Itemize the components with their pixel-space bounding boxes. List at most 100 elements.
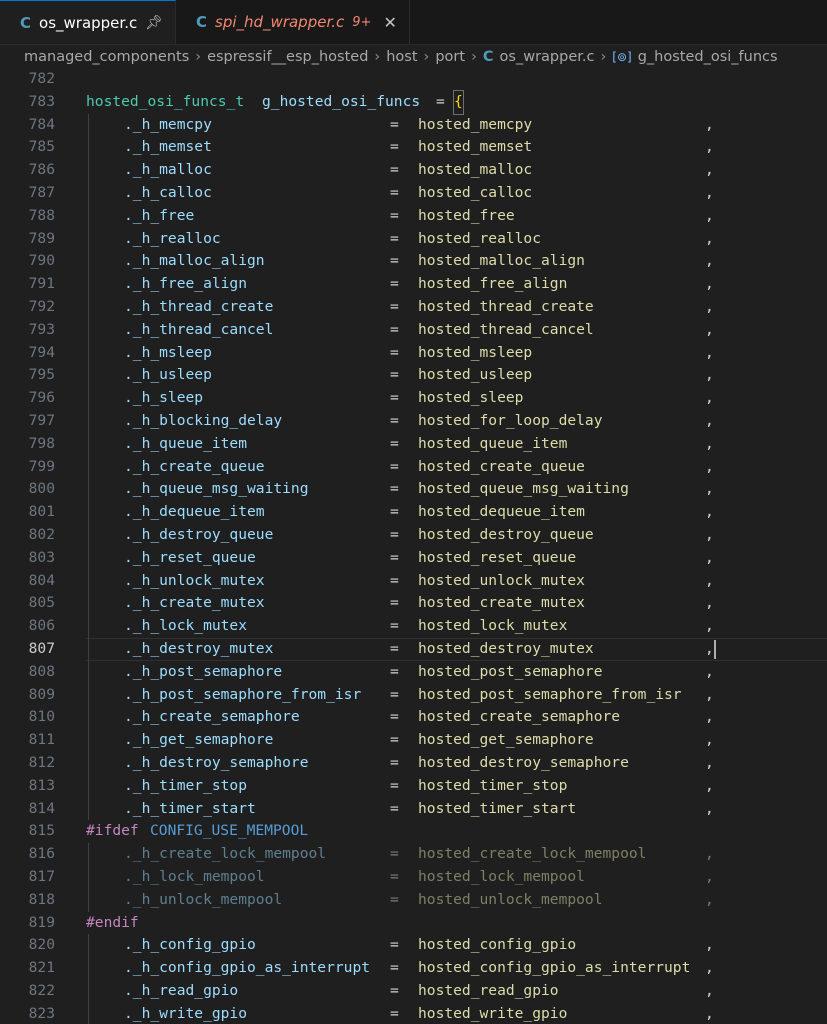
comma: , — [705, 184, 714, 201]
breadcrumb-item[interactable]: managed_components — [24, 49, 189, 65]
breadcrumb-item[interactable]: port — [435, 49, 465, 65]
assign-operator: = — [390, 206, 399, 224]
comma: , — [705, 708, 714, 726]
code-line[interactable]: 782 — [0, 68, 827, 91]
indent-guide — [88, 182, 89, 205]
breadcrumb-item[interactable]: host — [386, 49, 417, 65]
function-name: hosted_config_gpio — [418, 936, 577, 954]
code-line[interactable]: 806 ._h_lock_mutex = hosted_lock_mutex, — [0, 615, 827, 638]
code-line[interactable]: 805 ._h_create_mutex = hosted_create_mutex, — [0, 592, 827, 616]
struct-field: ._h_thread_create — [124, 298, 274, 315]
function-name: hosted_create_lock_mempool — [418, 845, 647, 863]
assign-operator: = — [390, 503, 399, 521]
assign-operator: = — [390, 320, 399, 338]
code-line[interactable]: 790 ._h_malloc_align = hosted_malloc_align, — [0, 250, 827, 274]
code-line[interactable]: 823 ._h_write_gpio = hosted_write_gpio, — [0, 1002, 827, 1024]
comma: , — [705, 457, 714, 475]
code-line[interactable]: 804 ._h_unlock_mutex = hosted_unlock_mutex, — [0, 569, 827, 593]
indent-guide — [88, 569, 89, 593]
assign-operator: = — [390, 412, 399, 429]
code-line[interactable]: 800 ._h_queue_msg_waiting = hosted_queue_ms… — [0, 478, 827, 502]
indent-guide — [88, 136, 89, 160]
code-line[interactable]: 785 ._h_memset = hosted_memset, — [0, 136, 827, 160]
code-line[interactable]: 797 ._h_blocking_delay = hosted_for_loop_de… — [0, 410, 827, 433]
code-line[interactable]: 793 ._h_thread_cancel = hosted_thread_cance… — [0, 318, 827, 342]
code-line[interactable]: 786 ._h_malloc = hosted_malloc, — [0, 159, 827, 182]
code-line[interactable]: 814 ._h_timer_start = hosted_timer_start, — [0, 797, 827, 821]
assign-operator: = — [390, 366, 399, 384]
code-line[interactable]: 796 ._h_sleep = hosted_sleep, — [0, 387, 827, 410]
code-line[interactable]: 794 ._h_msleep = hosted_msleep, — [0, 341, 827, 365]
struct-field: ._h_config_gpio_as_interrupt — [124, 959, 371, 977]
assign-operator: = — [390, 776, 399, 794]
code-line[interactable]: 811 ._h_get_semaphore = hosted_get_semaphor… — [0, 729, 827, 752]
struct-field: ._h_queue_item — [124, 434, 248, 452]
code-line[interactable]: 812 ._h_destroy_semaphore = hosted_destroy_… — [0, 752, 827, 775]
assign-operator: = — [390, 548, 399, 566]
comma: , — [705, 982, 714, 999]
code-line[interactable]: 803 ._h_reset_queue = hosted_reset_queue, — [0, 546, 827, 570]
code-editor[interactable]: 782 783 hosted_osi_funcs_t g_hosted_osi_fun… — [0, 68, 827, 1024]
indent-guide — [88, 934, 89, 958]
indent-guide — [88, 683, 89, 707]
code-line[interactable]: 807 ._h_destroy_mutex = hosted_destroy_mute… — [0, 638, 827, 661]
assign-operator: = — [390, 229, 399, 247]
pin-icon[interactable]: 📌︎ — [145, 15, 163, 31]
code-line[interactable]: 787 ._h_calloc = hosted_calloc, — [0, 182, 827, 205]
code-line[interactable]: 798 ._h_queue_item = hosted_queue_item, — [0, 432, 827, 456]
function-name: hosted_post_semaphore — [418, 662, 603, 680]
comma: , — [705, 115, 714, 133]
comma: , — [705, 845, 714, 863]
comma: , — [705, 503, 714, 521]
code-line[interactable]: 819 #endif — [0, 912, 827, 935]
problems-badge: 9+ — [352, 14, 372, 30]
indent-guide — [88, 592, 89, 616]
code-line[interactable]: 821 ._h_config_gpio_as_interrupt = hosted_c… — [0, 957, 827, 980]
breadcrumb-item[interactable]: espressif__esp_hosted — [207, 49, 368, 65]
code-line[interactable]: 816 ._h_create_lock_mempool = hosted_create… — [0, 843, 827, 866]
code-line[interactable]: 801 ._h_dequeue_item = hosted_dequeue_item, — [0, 501, 827, 524]
indent-guide — [88, 524, 89, 547]
code-line[interactable]: 820 ._h_config_gpio = hosted_config_gpio, — [0, 934, 827, 958]
editor-tab-bar: C os_wrapper.c 📌︎ C spi_hd_wrapper.c 9+ … — [0, 0, 827, 45]
code-line[interactable]: 788 ._h_free = hosted_free, — [0, 204, 827, 228]
struct-field: ._h_timer_stop — [124, 776, 248, 794]
code-line[interactable]: 808 ._h_post_semaphore = hosted_post_semaph… — [0, 660, 827, 684]
indent-guide — [88, 432, 89, 456]
code-line[interactable]: 813 ._h_timer_stop = hosted_timer_stop, — [0, 774, 827, 798]
code-line[interactable]: 799 ._h_create_queue = hosted_create_queue, — [0, 455, 827, 479]
struct-field: ._h_realloc — [124, 229, 221, 247]
function-name: hosted_post_semaphore_from_isr — [418, 685, 682, 703]
code-line[interactable]: 802 ._h_destroy_queue = hosted_destroy_queu… — [0, 524, 827, 547]
indent-guide — [88, 774, 89, 798]
code-line[interactable]: 822 ._h_read_gpio = hosted_read_gpio, — [0, 980, 827, 1003]
code-line[interactable]: 817 ._h_lock_mempool = hosted_lock_mempool, — [0, 866, 827, 889]
indent-guide — [88, 341, 89, 365]
struct-field: ._h_dequeue_item — [124, 503, 265, 521]
code-line[interactable]: 784 ._h_memcpy = hosted_memcpy, — [0, 113, 827, 137]
code-line[interactable]: 789 ._h_realloc = hosted_realloc, — [0, 227, 827, 251]
code-line[interactable]: 815 #ifdef CONFIG_USE_MEMPOOL — [0, 820, 827, 843]
indent-guide — [88, 797, 89, 821]
code-line[interactable]: 818 ._h_unlock_mempool = hosted_unlock_memp… — [0, 888, 827, 912]
indent-guide — [88, 387, 89, 410]
line-number: 790 — [28, 252, 55, 270]
code-line[interactable]: 795 ._h_usleep = hosted_usleep, — [0, 364, 827, 388]
code-line[interactable]: 783 hosted_osi_funcs_t g_hosted_osi_funcs =… — [0, 89, 827, 115]
tab-spi-hd-wrapper[interactable]: C spi_hd_wrapper.c 9+ ✕ — [176, 0, 410, 44]
code-line[interactable]: 792 ._h_thread_create = hosted_thread_creat… — [0, 296, 827, 319]
line-number: 816 — [28, 845, 55, 863]
breadcrumb-item[interactable]: os_wrapper.c — [500, 49, 595, 65]
function-name: hosted_create_semaphore — [418, 708, 621, 726]
breadcrumb-item[interactable]: g_hosted_osi_funcs — [638, 49, 778, 65]
code-line[interactable]: 791 ._h_free_align = hosted_free_align, — [0, 273, 827, 296]
assign-operator: = — [390, 275, 399, 293]
tab-os-wrapper[interactable]: C os_wrapper.c 📌︎ — [0, 0, 176, 44]
function-name: hosted_read_gpio — [418, 982, 559, 999]
code-line[interactable]: 810 ._h_create_semaphore = hosted_create_se… — [0, 706, 827, 730]
function-name: hosted_timer_start — [418, 799, 577, 817]
code-line[interactable]: 809 ._h_post_semaphore_from_isr = hosted_po… — [0, 683, 827, 707]
assign-operator: = — [390, 457, 399, 475]
close-icon[interactable]: ✕ — [383, 13, 396, 32]
struct-field: ._h_malloc_align — [124, 252, 265, 270]
